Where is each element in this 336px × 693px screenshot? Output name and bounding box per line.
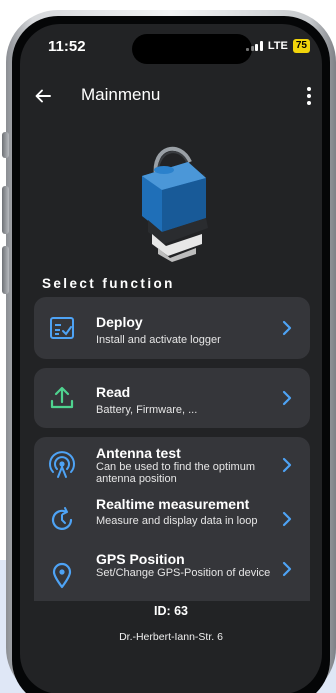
arrow-back-icon[interactable] bbox=[34, 87, 52, 105]
menu-item-title: GPS Position bbox=[96, 551, 185, 567]
menu-item-title: Read bbox=[96, 384, 131, 400]
menu-item-antenna-test[interactable]: Antenna test Can be used to find the opt… bbox=[34, 437, 310, 491]
signal-icon bbox=[246, 41, 263, 51]
timer-refresh-icon bbox=[51, 507, 73, 530]
battery-icon: 75 bbox=[292, 39, 310, 53]
menu-group-card: Antenna test Can be used to find the opt… bbox=[34, 437, 310, 601]
upload-icon bbox=[50, 386, 74, 409]
logger-device-image bbox=[142, 146, 208, 262]
status-time: 11:52 bbox=[48, 38, 86, 55]
clipboard-check-icon bbox=[50, 317, 74, 339]
menu-item-realtime-measurement[interactable]: Realtime measurement Measure and display… bbox=[34, 491, 310, 545]
status-indicators: LTE 75 bbox=[246, 39, 310, 53]
menu-item-title: Deploy bbox=[96, 314, 143, 330]
chevron-right-icon bbox=[282, 390, 292, 406]
page-title: Mainmenu bbox=[81, 85, 161, 104]
menu-item-title: Realtime measurement bbox=[96, 496, 250, 512]
chevron-right-icon bbox=[282, 561, 292, 577]
chevron-right-icon bbox=[282, 457, 292, 473]
device-id: ID: 63 bbox=[153, 604, 189, 618]
menu-item-subtitle: Set/Change GPS-Position of device bbox=[96, 567, 271, 579]
menu-item-deploy[interactable]: Deploy Install and activate logger bbox=[34, 297, 310, 359]
menu-item-gps-position[interactable]: GPS Position Set/Change GPS-Position of … bbox=[34, 545, 310, 601]
device-address: Dr.-Herbert-Iann-Str. 6 bbox=[119, 631, 223, 643]
antenna-icon bbox=[49, 451, 75, 478]
chevron-right-icon bbox=[282, 511, 292, 527]
menu-item-subtitle: Measure and display data in loop bbox=[96, 515, 258, 527]
section-title: Select function bbox=[42, 276, 175, 291]
menu-item-title: Antenna test bbox=[96, 445, 181, 461]
mute-switch bbox=[2, 132, 9, 158]
dynamic-island bbox=[132, 34, 252, 64]
menu-item-subtitle: Can be used to find the optimum antenna … bbox=[96, 461, 255, 485]
network-label: LTE bbox=[267, 40, 288, 52]
phone-screen: 11:52 LTE 75 Mainmenu Select function De… bbox=[20, 24, 322, 693]
volume-down-button bbox=[2, 246, 9, 294]
volume-up-button bbox=[2, 186, 9, 234]
menu-item-subtitle: Install and activate logger bbox=[96, 334, 221, 346]
app-bar: Mainmenu bbox=[20, 84, 322, 112]
chevron-right-icon bbox=[282, 320, 292, 336]
menu-item-subtitle: Battery, Firmware, ... bbox=[96, 404, 198, 416]
menu-item-read[interactable]: Read Battery, Firmware, ... bbox=[34, 368, 310, 428]
more-vert-icon[interactable] bbox=[306, 86, 312, 106]
location-pin-icon bbox=[52, 562, 72, 589]
